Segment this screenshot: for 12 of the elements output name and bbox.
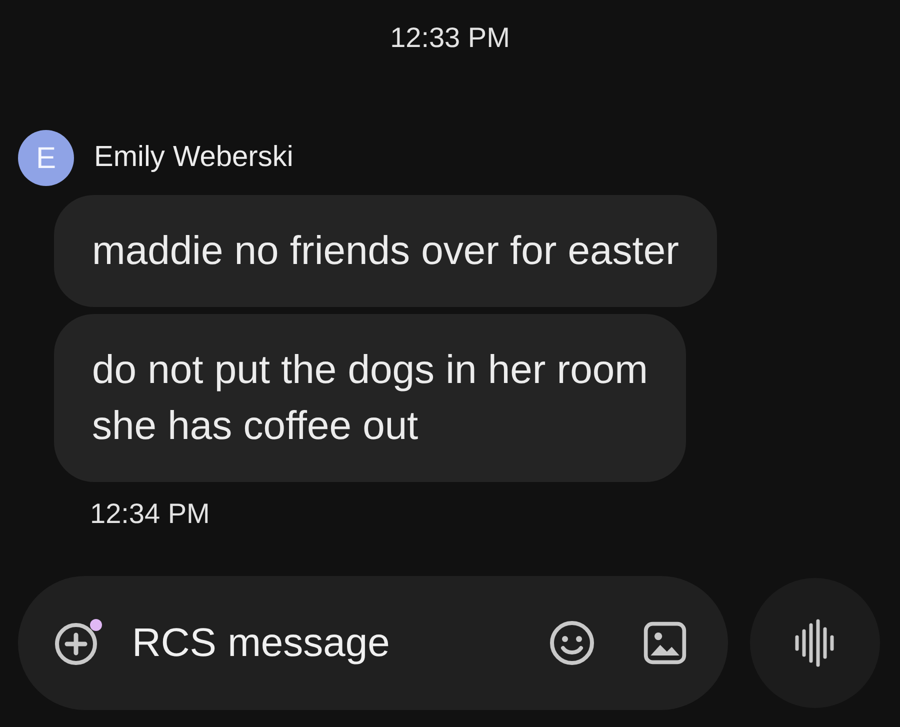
timestamp: 12:33 PM <box>390 21 510 55</box>
message-input[interactable]: RCS message <box>132 613 492 673</box>
message-bubble: do not put the dogs in her room she has coffee out <box>54 314 686 482</box>
message-composer[interactable]: RCS message <box>18 576 728 710</box>
sender-name: Emily Weberski <box>94 140 294 176</box>
message-bubble: maddie no friends over for easter <box>54 195 717 307</box>
image-icon[interactable] <box>642 620 688 666</box>
timestamp: 12:34 PM <box>90 498 210 529</box>
add-icon[interactable] <box>52 619 100 667</box>
emoji-icon[interactable] <box>548 619 596 667</box>
waveform-icon <box>793 619 837 667</box>
avatar: E <box>18 130 74 186</box>
